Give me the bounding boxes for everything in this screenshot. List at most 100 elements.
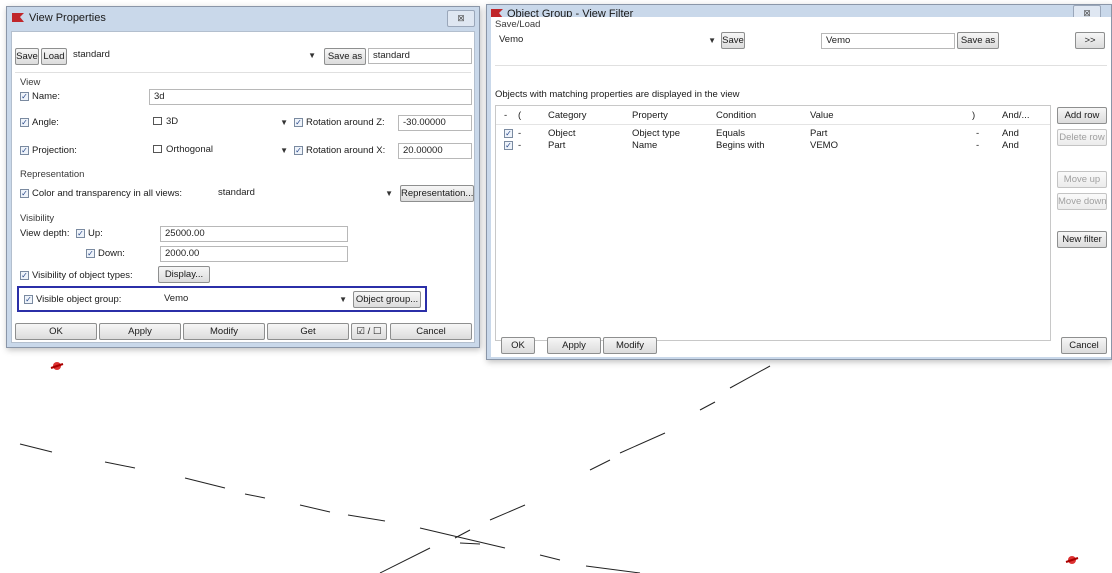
- new-filter-button[interactable]: New filter: [1057, 231, 1107, 248]
- projection-combo[interactable]: Orthogonal ▼: [149, 143, 291, 159]
- chevron-down-icon: ▼: [308, 51, 316, 60]
- col-and-or-header[interactable]: And/...: [1002, 110, 1029, 121]
- row-category: Object: [548, 128, 576, 139]
- display-button[interactable]: Display...: [158, 266, 210, 283]
- angle-combo[interactable]: 3D ▼: [149, 115, 291, 131]
- row-paren-close: -: [976, 140, 980, 151]
- down-field[interactable]: 2000.00: [160, 246, 348, 262]
- close-icon[interactable]: ⊠: [447, 10, 475, 27]
- apply-button[interactable]: Apply: [99, 323, 181, 340]
- row-enabled-checkbox[interactable]: ✓: [504, 141, 513, 150]
- toggle-all-button[interactable]: ☑ / ☐: [351, 323, 387, 340]
- window-title: View Properties: [29, 12, 106, 24]
- visibility-types-checkbox[interactable]: ✓: [20, 271, 29, 280]
- filter-info-text: Objects with matching properties are dis…: [495, 89, 740, 100]
- row-value: VEMO: [810, 140, 838, 151]
- rotation-x-label: Rotation around X:: [306, 145, 386, 156]
- save-button[interactable]: Save: [15, 48, 39, 65]
- row-condition: Begins with: [716, 140, 765, 151]
- down-checkbox[interactable]: ✓: [86, 249, 95, 258]
- chevron-down-icon: ▼: [280, 118, 288, 127]
- chevron-down-icon: ▼: [708, 36, 716, 45]
- table-row[interactable]: ✓ - Object Object type Equals Part - And: [496, 128, 1050, 140]
- rotation-x-field[interactable]: 20.00000: [398, 143, 472, 159]
- modify-button[interactable]: Modify: [183, 323, 265, 340]
- projection-checkbox[interactable]: ✓: [20, 146, 29, 155]
- header-divider: [496, 124, 1050, 125]
- row-dash: -: [518, 140, 522, 151]
- save-load-label: Save/Load: [495, 19, 541, 30]
- move-down-button[interactable]: Move down: [1057, 193, 1107, 210]
- up-checkbox[interactable]: ✓: [76, 229, 85, 238]
- up-label: Up:: [88, 228, 103, 239]
- row-property: Name: [632, 140, 658, 151]
- name-field[interactable]: 3d: [149, 89, 472, 105]
- grid-line-segment: [104, 461, 136, 469]
- ok-button[interactable]: OK: [501, 337, 535, 354]
- tekla-app-icon: [12, 13, 24, 22]
- group-representation-label: Representation: [20, 169, 85, 180]
- save-button[interactable]: Save: [721, 32, 745, 49]
- col-paren-close-header[interactable]: ): [972, 110, 975, 121]
- save-as-field[interactable]: standard: [368, 48, 472, 64]
- group-view-label: View: [20, 77, 41, 88]
- rotation-x-checkbox[interactable]: ✓: [294, 146, 303, 155]
- row-and-or: And: [1002, 128, 1019, 139]
- col-value-header[interactable]: Value: [810, 110, 834, 121]
- preset-combo[interactable]: standard ▼: [69, 48, 319, 64]
- divider: [495, 65, 1107, 66]
- col-category-header[interactable]: Category: [548, 110, 587, 121]
- col-paren-open-header[interactable]: (: [518, 110, 521, 121]
- cancel-button[interactable]: Cancel: [1061, 337, 1107, 354]
- col-condition-header[interactable]: Condition: [716, 110, 756, 121]
- row-dash: -: [518, 128, 522, 139]
- delete-row-button[interactable]: Delete row: [1057, 129, 1107, 146]
- visible-object-group-checkbox[interactable]: ✓: [24, 295, 33, 304]
- visible-object-group-combo[interactable]: Vemo ▼: [160, 292, 350, 308]
- col-property-header[interactable]: Property: [632, 110, 668, 121]
- angle-label: Angle:: [32, 117, 59, 128]
- rotation-z-checkbox[interactable]: ✓: [294, 118, 303, 127]
- load-button[interactable]: Load: [41, 48, 67, 65]
- object-group-button[interactable]: Object group...: [353, 291, 421, 308]
- down-label: Down:: [98, 248, 125, 259]
- save-as-button[interactable]: Save as: [957, 32, 999, 49]
- add-row-button[interactable]: Add row: [1057, 107, 1107, 124]
- ok-button[interactable]: OK: [15, 323, 97, 340]
- get-button[interactable]: Get: [267, 323, 349, 340]
- visible-object-group-label: Visible object group:: [36, 294, 122, 305]
- row-condition: Equals: [716, 128, 746, 139]
- row-category: Part: [548, 140, 566, 151]
- color-label: Color and transparency in all views:: [32, 188, 182, 199]
- apply-button[interactable]: Apply: [547, 337, 601, 354]
- row-value: Part: [810, 128, 828, 139]
- view-properties-client: Save Load standard ▼ Save as standard Vi…: [11, 31, 475, 343]
- modify-button[interactable]: Modify: [603, 337, 657, 354]
- rotation-z-field[interactable]: -30.00000: [398, 115, 472, 131]
- axis-marker-icon: [1065, 556, 1079, 564]
- rotation-z-label: Rotation around Z:: [306, 117, 385, 128]
- up-field[interactable]: 25000.00: [160, 226, 348, 242]
- cube-icon: [153, 145, 162, 153]
- filter-table[interactable]: - ( Category Property Condition Value ) …: [495, 105, 1051, 341]
- representation-button[interactable]: Representation...: [400, 185, 474, 202]
- chevron-down-icon: ▼: [339, 295, 347, 304]
- cancel-button[interactable]: Cancel: [390, 323, 472, 340]
- angle-checkbox[interactable]: ✓: [20, 118, 29, 127]
- move-up-button[interactable]: Move up: [1057, 171, 1107, 188]
- col-dash-header[interactable]: -: [504, 110, 507, 121]
- divider: [15, 72, 471, 73]
- name-checkbox[interactable]: ✓: [20, 92, 29, 101]
- preset-combo[interactable]: Vemo ▼: [495, 33, 719, 49]
- more-button[interactable]: >>: [1075, 32, 1105, 49]
- color-combo[interactable]: standard ▼: [214, 186, 396, 202]
- name-label: Name:: [32, 91, 60, 102]
- titlebar[interactable]: View Properties ⊠: [7, 7, 479, 29]
- color-checkbox[interactable]: ✓: [20, 189, 29, 198]
- row-enabled-checkbox[interactable]: ✓: [504, 129, 513, 138]
- save-as-button[interactable]: Save as: [324, 48, 366, 65]
- table-row[interactable]: ✓ - Part Name Begins with VEMO - And: [496, 140, 1050, 152]
- view-properties-window: View Properties ⊠ Save Load standard ▼ S…: [6, 6, 480, 348]
- cube-icon: [153, 117, 162, 125]
- save-as-field[interactable]: Vemo: [821, 33, 955, 49]
